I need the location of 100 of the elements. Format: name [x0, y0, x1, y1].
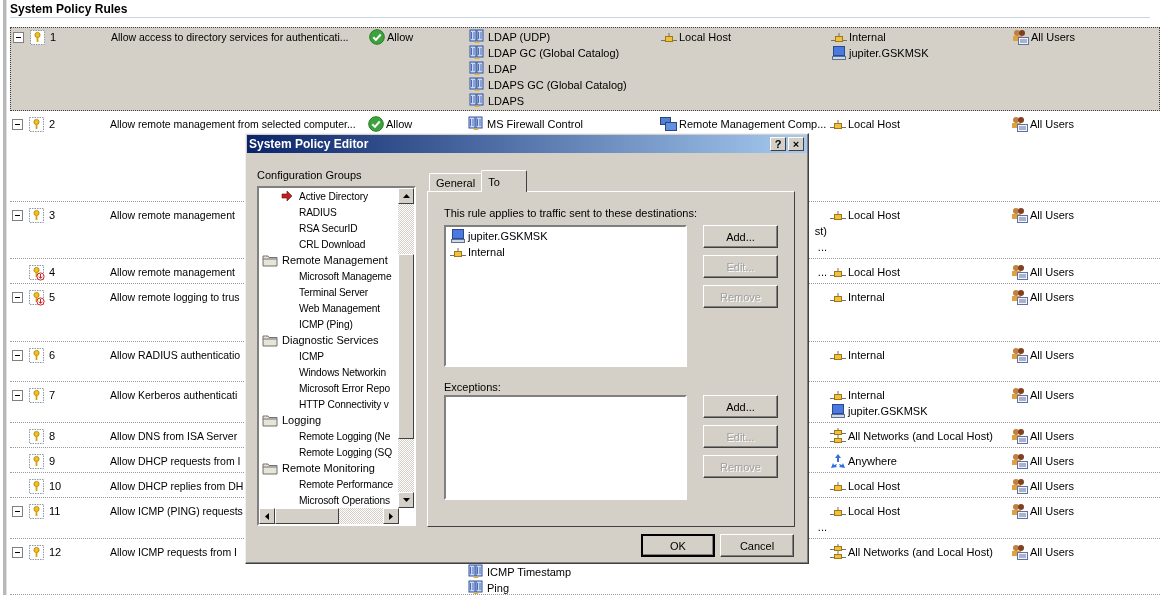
- protocol-name: ICMP Timestamp: [487, 566, 572, 578]
- source-name: ...: [817, 521, 827, 533]
- scroll-right-icon[interactable]: [389, 512, 393, 520]
- destinations-list[interactable]: jupiter.GSKMSK Internal: [444, 225, 687, 367]
- list-action-button[interactable]: Add...: [703, 225, 778, 248]
- collapse-toggle[interactable]: [12, 505, 23, 517]
- folder-icon: [262, 461, 279, 475]
- users-icon: [1011, 503, 1028, 519]
- tree-item[interactable]: Diagnostic Services: [259, 332, 399, 348]
- network-icon: [661, 31, 677, 43]
- scroll-left-icon[interactable]: [265, 512, 269, 520]
- tab[interactable]: General: [429, 173, 483, 191]
- destination-name: Local Host: [848, 505, 900, 517]
- rule-order: 4: [49, 266, 56, 278]
- rule-action: Allow: [386, 118, 413, 130]
- tree-item[interactable]: HTTP Connectivity v: [281, 398, 389, 410]
- scroll-down-icon[interactable]: [402, 498, 410, 502]
- tree-item[interactable]: CRL Download: [281, 238, 366, 250]
- rule-name: Allow RADIUS authenticatio: [110, 349, 241, 361]
- users-icon: [1011, 478, 1028, 494]
- collapse-toggle[interactable]: [12, 118, 23, 130]
- rule-order: 1: [50, 31, 57, 43]
- tree-list[interactable]: [257, 186, 416, 526]
- destination-name: Internal: [849, 31, 886, 43]
- tree-item[interactable]: Logging: [259, 412, 399, 428]
- destination-name: Anywhere: [848, 455, 897, 467]
- source-name: ...: [817, 266, 827, 278]
- tree-item[interactable]: RSA SecurID: [281, 222, 358, 234]
- users-icon: [1011, 387, 1028, 403]
- destination-name: Local Host: [848, 209, 900, 221]
- protocol-icon: [469, 29, 485, 45]
- tree-item[interactable]: Microsoft Manageme: [281, 270, 392, 282]
- rule-name: Allow ICMP requests from I: [110, 546, 237, 558]
- users-icon: [1011, 289, 1028, 305]
- close-button[interactable]: ×: [788, 137, 804, 151]
- tree-item[interactable]: Windows Networkin: [281, 366, 386, 378]
- exceptions-list[interactable]: [444, 395, 687, 500]
- user-set: All Users: [1031, 31, 1075, 43]
- collapse-toggle[interactable]: [12, 349, 23, 361]
- users-icon: [1012, 29, 1029, 45]
- destination-name: Internal: [848, 349, 885, 361]
- tree-item[interactable]: RADIUS: [281, 206, 337, 218]
- tree-item[interactable]: ICMP (Ping): [281, 318, 353, 330]
- collapse-toggle[interactable]: [12, 389, 23, 401]
- protocol-name: LDAP: [488, 63, 517, 75]
- computer-icon: [830, 403, 846, 419]
- vertical-scrollbar[interactable]: [398, 188, 414, 508]
- destination-name: All Networks (and Local Host): [848, 430, 993, 442]
- protocol-icon: [469, 45, 485, 61]
- tree-item[interactable]: Terminal Server: [281, 286, 369, 298]
- user-set: All Users: [1030, 266, 1074, 278]
- rule-order: 6: [49, 349, 56, 361]
- rule-name: Allow ICMP (PING) requests: [110, 505, 243, 517]
- default-button[interactable]: OK: [641, 534, 715, 557]
- tree-item[interactable]: ICMP: [281, 350, 324, 362]
- tree-item[interactable]: Microsoft Operations: [281, 494, 390, 506]
- rule-row[interactable]: 1 Allow access to directory services for authenticati... Allow LDAP (UDP) LDAP GC (Global Catalog) LDAP LDAPS GC (Global Catalog) LDAPS Local Host Internal jupiter.GSKMSK All Users: [10, 27, 1160, 111]
- list-item[interactable]: jupiter.GSKMSK: [450, 228, 681, 244]
- user-set: All Users: [1030, 209, 1074, 221]
- tree-item[interactable]: Remote Monitoring: [259, 460, 399, 476]
- protocol-name: LDAP GC (Global Catalog): [488, 47, 620, 59]
- user-set: All Users: [1030, 430, 1074, 442]
- tree-item[interactable]: Remote Logging (Ne: [281, 430, 391, 442]
- users-icon: [1011, 453, 1028, 469]
- help-button[interactable]: ?: [770, 137, 786, 151]
- tree-item[interactable]: Microsoft Error Repo: [281, 382, 390, 394]
- network-icon: [450, 246, 466, 258]
- source-name: Remote Management Comp...: [679, 118, 827, 130]
- protocol-name: MS Firewall Control: [487, 118, 583, 130]
- tree-item[interactable]: Remote Logging (SQ: [281, 446, 392, 458]
- collapse-toggle[interactable]: [12, 546, 23, 558]
- list-action-button[interactable]: Add...: [703, 395, 778, 418]
- dialog-button[interactable]: Cancel: [720, 534, 794, 557]
- collapse-toggle[interactable]: [13, 31, 24, 43]
- arrow-icon: [281, 190, 293, 202]
- collapse-toggle[interactable]: [12, 209, 23, 221]
- tree-item[interactable]: Web Management: [281, 302, 380, 314]
- network-icon: [830, 349, 846, 361]
- tree-item[interactable]: Remote Management: [259, 252, 399, 268]
- source-name: Local Host: [679, 31, 731, 43]
- list-item[interactable]: Internal: [450, 244, 681, 260]
- collapse-toggle[interactable]: [12, 291, 23, 303]
- horizontal-scrollbar[interactable]: [259, 508, 399, 524]
- tree-item[interactable]: Remote Performance: [281, 478, 394, 490]
- protocol-name: LDAPS GC (Global Catalog): [488, 79, 627, 91]
- rule-name: Allow remote management from selected computer...: [110, 118, 356, 130]
- user-set: All Users: [1030, 480, 1074, 492]
- scroll-up-icon[interactable]: [402, 194, 410, 198]
- rule-name: Allow DNS from ISA Server: [110, 430, 238, 442]
- destination-name: Internal: [848, 389, 885, 401]
- users-icon: [1011, 207, 1028, 223]
- user-set: All Users: [1030, 349, 1074, 361]
- tree-item[interactable]: Active Directory: [281, 190, 368, 202]
- tab[interactable]: To: [481, 170, 528, 192]
- protocol-icon: [468, 116, 484, 132]
- destination-name: Local Host: [848, 480, 900, 492]
- destination-name: Local Host: [848, 118, 900, 130]
- rule-action: Allow: [387, 31, 414, 43]
- rule-name: Allow remote logging to trus: [110, 291, 240, 303]
- network-icon: [830, 505, 846, 517]
